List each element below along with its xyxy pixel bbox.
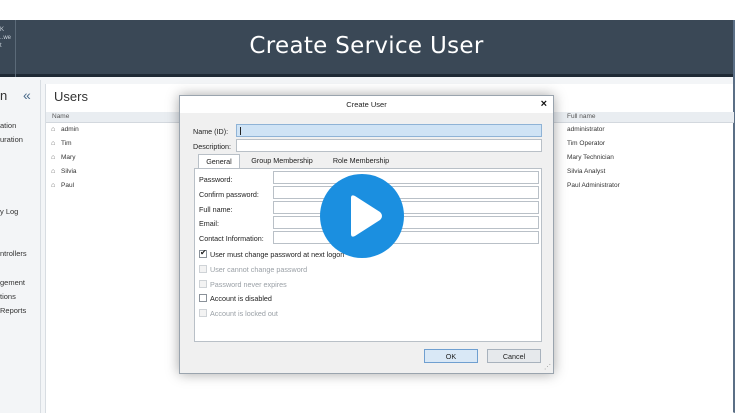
description-input[interactable] xyxy=(236,139,542,152)
description-label: Description: xyxy=(193,142,231,151)
tab-group-membership[interactable]: Group Membership xyxy=(243,154,321,168)
user-name: Mary xyxy=(61,154,76,161)
play-icon xyxy=(351,195,382,237)
ok-button[interactable]: OK xyxy=(424,349,478,363)
user-full-name: Tim Operator xyxy=(567,140,606,147)
cancel-button[interactable]: Cancel xyxy=(487,349,541,363)
page-title: Users xyxy=(54,89,88,104)
full-name-label: Full name: xyxy=(199,205,233,214)
video-frame: K ..we t Create Service User n « ation ura… xyxy=(0,0,735,413)
name-id-input[interactable] xyxy=(236,124,542,137)
account-disabled-checkbox[interactable] xyxy=(199,294,207,302)
account-locked-label: Account is locked out xyxy=(210,309,278,318)
password-input[interactable] xyxy=(273,171,539,184)
resize-grip-icon[interactable]: ⋰ xyxy=(544,363,551,371)
sidebar-header: n « xyxy=(0,87,40,106)
user-full-name: Paul Administrator xyxy=(567,182,620,189)
dialog-title: Create User xyxy=(346,100,387,109)
user-icon: ⌂ xyxy=(51,140,56,147)
user-icon: ⌂ xyxy=(51,182,56,189)
sidebar-item[interactable]: ntrollers xyxy=(0,249,27,258)
tab-role-membership[interactable]: Role Membership xyxy=(326,154,396,168)
close-icon[interactable]: × xyxy=(541,98,547,110)
email-input[interactable] xyxy=(273,216,539,229)
sidebar: n « ation uration y Log ntrollers gement… xyxy=(0,80,41,413)
sidebar-item[interactable]: uration xyxy=(0,135,23,144)
account-locked-checkbox[interactable] xyxy=(199,309,207,317)
confirm-password-label: Confirm password: xyxy=(199,190,259,199)
sidebar-item[interactable]: Reports xyxy=(0,306,26,315)
must-change-password-checkbox[interactable]: ✔ xyxy=(199,248,207,258)
user-name: Silvia xyxy=(61,168,77,175)
title-banner: K ..we t Create Service User xyxy=(0,20,733,77)
name-label: Name (ID): xyxy=(193,127,229,136)
play-button[interactable] xyxy=(320,174,404,258)
password-never-expires-label: Password never expires xyxy=(210,280,287,289)
sidebar-item[interactable]: ation xyxy=(0,121,16,130)
collapse-icon[interactable]: « xyxy=(23,87,31,103)
sidebar-item[interactable]: gement xyxy=(0,278,25,287)
password-label: Password: xyxy=(199,175,233,184)
confirm-password-input[interactable] xyxy=(273,186,539,199)
cannot-change-password-label: User cannot change password xyxy=(210,265,308,274)
user-name: Paul xyxy=(61,182,75,189)
account-disabled-label: Account is disabled xyxy=(210,294,272,303)
column-header-full-name[interactable]: Full name xyxy=(567,113,596,120)
user-icon: ⌂ xyxy=(51,154,56,161)
tab-general[interactable]: General xyxy=(198,154,240,168)
user-name: Tim xyxy=(61,140,72,147)
email-label: Email: xyxy=(199,219,219,228)
column-header-name[interactable]: Name xyxy=(52,113,69,120)
user-icon: ⌂ xyxy=(51,168,56,175)
full-name-input[interactable] xyxy=(273,201,539,214)
dialog-titlebar[interactable]: Create User × xyxy=(180,96,553,113)
user-icon: ⌂ xyxy=(51,126,56,133)
contact-information-input[interactable] xyxy=(273,231,539,244)
user-name: admin xyxy=(61,126,79,133)
user-full-name: administrator xyxy=(567,126,605,133)
password-never-expires-checkbox[interactable] xyxy=(199,280,207,288)
cannot-change-password-checkbox[interactable] xyxy=(199,265,207,273)
user-full-name: Mary Technician xyxy=(567,154,614,161)
contact-information-label: Contact Information: xyxy=(199,234,264,243)
user-full-name: Silvia Analyst xyxy=(567,168,606,175)
sidebar-item[interactable]: tions xyxy=(0,292,16,301)
checkmark-icon: ✔ xyxy=(200,248,207,257)
banner-title: Create Service User xyxy=(249,33,484,59)
sidebar-item[interactable]: y Log xyxy=(0,207,18,216)
top-strip xyxy=(0,0,735,20)
text-cursor xyxy=(240,127,241,135)
sidebar-title: n xyxy=(0,88,8,103)
